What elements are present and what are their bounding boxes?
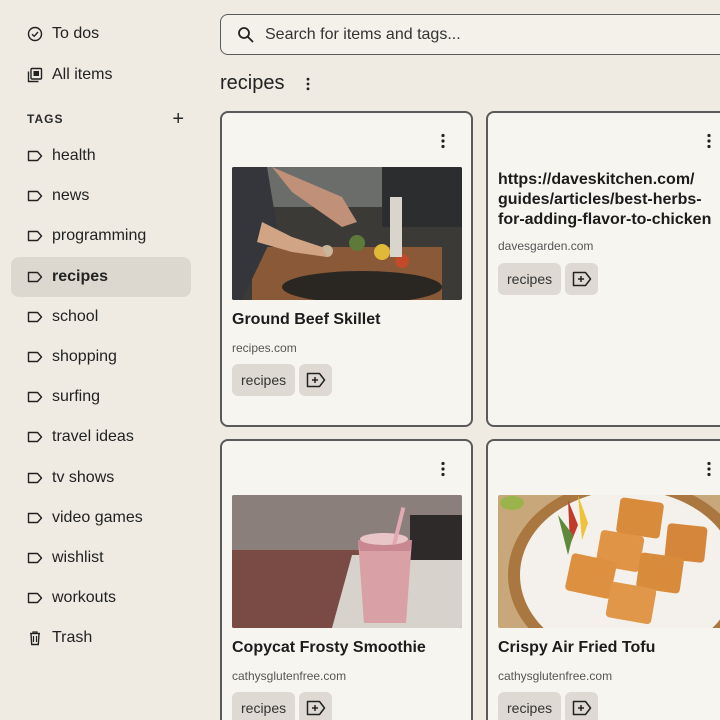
tags-header: TAGS + (27, 109, 185, 129)
card-title[interactable]: Crispy Air Fried Tofu (498, 638, 655, 658)
nav-item-label: All items (52, 66, 113, 83)
card-title-line: https://daveskitchen.com/ (498, 171, 695, 188)
tag-chip[interactable]: recipes (498, 692, 562, 720)
more-options-icon[interactable] (298, 72, 318, 96)
sidebar-tag-workouts[interactable]: workouts (11, 578, 191, 618)
stack-icon (27, 67, 43, 83)
tag-chip[interactable]: recipes (232, 692, 296, 720)
search-bar[interactable] (220, 14, 720, 55)
card-domain: cathysglutenfree.com (232, 669, 347, 683)
card-domain: davesgarden.com (498, 239, 594, 253)
page-title: recipes (220, 72, 285, 94)
card-title-line: for-adding-flavor-to-chicken (498, 211, 712, 228)
sidebar-tag-travel-ideas[interactable]: travel ideas (11, 417, 191, 457)
sidebar-tag-label: tv shows (52, 468, 115, 486)
search-input[interactable] (265, 25, 665, 44)
card-domain: recipes.com (232, 341, 297, 355)
more-options-icon[interactable] (433, 129, 453, 153)
add-tag-button[interactable]: + (172, 109, 185, 129)
sidebar-tag-label: news (52, 187, 90, 205)
tag-icon (27, 590, 43, 606)
card-domain: cathysglutenfree.com (498, 669, 613, 683)
sidebar-tag-surfing[interactable]: surfing (11, 377, 191, 417)
sidebar-tag-recipes[interactable]: recipes (11, 256, 191, 297)
add-tag-icon[interactable] (565, 263, 599, 295)
card-title[interactable]: Copycat Frosty Smoothie (232, 638, 426, 658)
tag-icon (27, 389, 43, 405)
trash-icon (27, 630, 43, 646)
tag-chip[interactable]: recipes (232, 364, 296, 396)
tag-icon (27, 148, 43, 164)
search-icon (238, 26, 254, 43)
item-card[interactable]: Crispy Air Fried Tofu cathysglutenfree.c… (486, 439, 720, 720)
tag-icon (27, 510, 43, 526)
item-card[interactable]: Copycat Frosty Smoothie cathysglutenfree… (220, 439, 473, 720)
nav-item-to-dos[interactable]: To dos (11, 14, 191, 54)
sidebar-tag-wishlist[interactable]: wishlist (11, 538, 191, 578)
sidebar-tag-programming[interactable]: programming (11, 216, 191, 256)
tag-icon (27, 470, 43, 486)
sidebar-tag-label: workouts (52, 589, 117, 607)
more-options-icon[interactable] (433, 457, 453, 481)
nav-item-all-items[interactable]: All items (11, 55, 191, 95)
tag-icon (27, 309, 43, 325)
sidebar-tag-news[interactable]: news (11, 176, 191, 216)
card-title[interactable]: https://daveskitchen.com/ guides/article… (498, 170, 711, 230)
sidebar-tag-label: shopping (52, 348, 117, 365)
tag-icon (27, 269, 43, 285)
tag-icon (27, 349, 43, 365)
add-tag-icon[interactable] (565, 692, 599, 720)
sidebar-tag-label: wishlist (52, 549, 104, 566)
tag-chip[interactable]: recipes (498, 263, 562, 295)
card-thumbnail (498, 495, 720, 628)
sidebar-tag-video-games[interactable]: video games (11, 498, 191, 538)
item-card[interactable]: https://daveskitchen.com/ guides/article… (486, 111, 720, 427)
card-thumbnail (232, 167, 462, 300)
tag-icon (27, 188, 43, 204)
nav-item-label: Trash (52, 629, 93, 646)
card-title[interactable]: Ground Beef Skillet (232, 310, 380, 330)
nav-item-label: To dos (52, 25, 100, 42)
sidebar-tag-label: health (52, 147, 96, 164)
sidebar-tag-label: programming (52, 227, 147, 245)
sidebar-tag-label: surfing (52, 388, 101, 406)
more-options-icon[interactable] (699, 129, 719, 153)
item-card[interactable]: Ground Beef Skillet recipes.com recipes (220, 111, 473, 427)
sidebar: To dos All items TAGS + health news progra… (0, 0, 200, 720)
tag-icon (27, 228, 43, 244)
sidebar-tag-label: school (52, 307, 99, 325)
sidebar-tag-label: recipes (52, 267, 109, 285)
sidebar-tag-label: video games (52, 508, 143, 526)
add-tag-icon[interactable] (299, 364, 333, 396)
sidebar-tag-school[interactable]: school (11, 297, 191, 337)
tags-header-label: TAGS (27, 112, 64, 126)
tag-icon (27, 429, 43, 445)
card-thumbnail (232, 495, 462, 628)
check-circle-icon (27, 26, 43, 42)
card-title-line: guides/articles/best-herbs- (498, 191, 702, 208)
sidebar-tag-shopping[interactable]: shopping (11, 337, 191, 377)
sidebar-tag-health[interactable]: health (11, 136, 191, 176)
tag-icon (27, 550, 43, 566)
more-options-icon[interactable] (699, 457, 719, 481)
sidebar-tag-tv-shows[interactable]: tv shows (11, 458, 191, 498)
add-tag-icon[interactable] (299, 692, 333, 720)
sidebar-tag-label: travel ideas (52, 428, 134, 446)
nav-item-trash[interactable]: Trash (11, 618, 191, 658)
